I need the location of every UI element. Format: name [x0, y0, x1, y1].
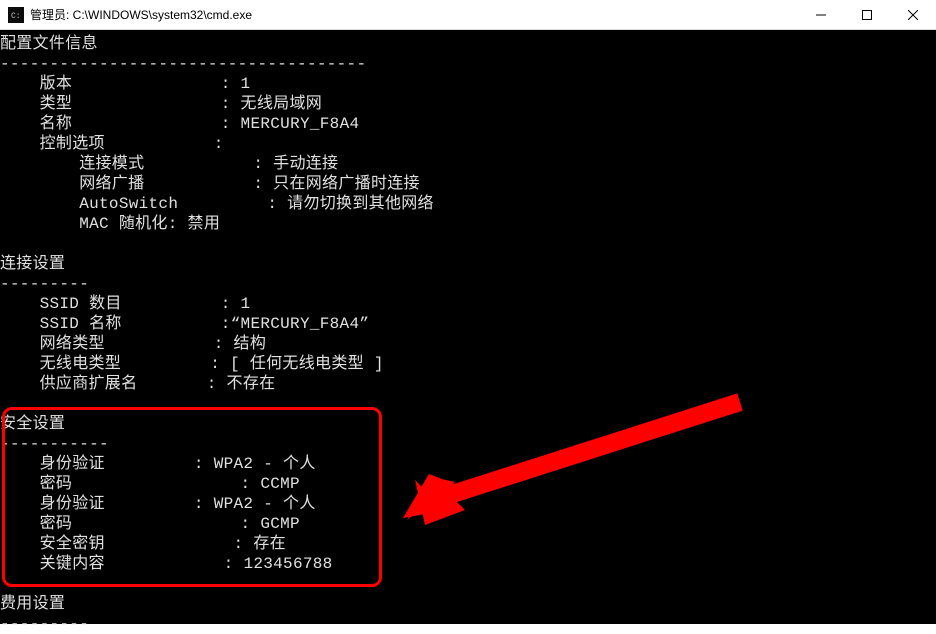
section-dash: --------- — [0, 274, 936, 294]
section-header: 安全设置 — [0, 414, 936, 434]
output-line: 密码 : CCMP — [0, 474, 936, 494]
section-dash: ------------------------------------- — [0, 54, 936, 74]
output-line: AutoSwitch : 请勿切换到其他网络 — [0, 194, 936, 214]
output-line: 网络类型 : 结构 — [0, 334, 936, 354]
section-dash: --------- — [0, 614, 936, 634]
output-line: 连接模式 : 手动连接 — [0, 154, 936, 174]
output-line: 网络广播 : 只在网络广播时连接 — [0, 174, 936, 194]
output-line: 安全密钥 : 存在 — [0, 534, 936, 554]
svg-text:C:: C: — [11, 12, 21, 20]
output-line: 无线电类型 : [ 任何无线电类型 ] — [0, 354, 936, 374]
output-line: 身份验证 : WPA2 - 个人 — [0, 494, 936, 514]
output-line: SSID 数目 : 1 — [0, 294, 936, 314]
output-line: 密码 : GCMP — [0, 514, 936, 534]
maximize-button[interactable] — [844, 0, 890, 30]
output-line: 名称 : MERCURY_F8A4 — [0, 114, 936, 134]
section-header: 配置文件信息 — [0, 34, 936, 54]
output-line: 控制选项 : — [0, 134, 936, 154]
section-header: 连接设置 — [0, 254, 936, 274]
blank-line — [0, 394, 936, 414]
window-titlebar: C: 管理员: C:\WINDOWS\system32\cmd.exe — [0, 0, 936, 30]
output-line: SSID 名称 :“MERCURY_F8A4” — [0, 314, 936, 334]
section-dash: ----------- — [0, 434, 936, 454]
window-title: 管理员: C:\WINDOWS\system32\cmd.exe — [30, 6, 252, 23]
output-line: 供应商扩展名 : 不存在 — [0, 374, 936, 394]
minimize-button[interactable] — [798, 0, 844, 30]
output-line: 版本 : 1 — [0, 74, 936, 94]
close-button[interactable] — [890, 0, 936, 30]
output-line: 类型 : 无线局域网 — [0, 94, 936, 114]
blank-line — [0, 574, 936, 594]
blank-line — [0, 234, 936, 254]
output-line: 身份验证 : WPA2 - 个人 — [0, 454, 936, 474]
cmd-icon: C: — [8, 7, 24, 23]
output-line: MAC 随机化: 禁用 — [0, 214, 936, 234]
section-header: 费用设置 — [0, 594, 936, 614]
output-line: 关键内容 : 123456788 — [0, 554, 936, 574]
terminal-output[interactable]: 配置文件信息 ---------------------------------… — [0, 30, 936, 624]
